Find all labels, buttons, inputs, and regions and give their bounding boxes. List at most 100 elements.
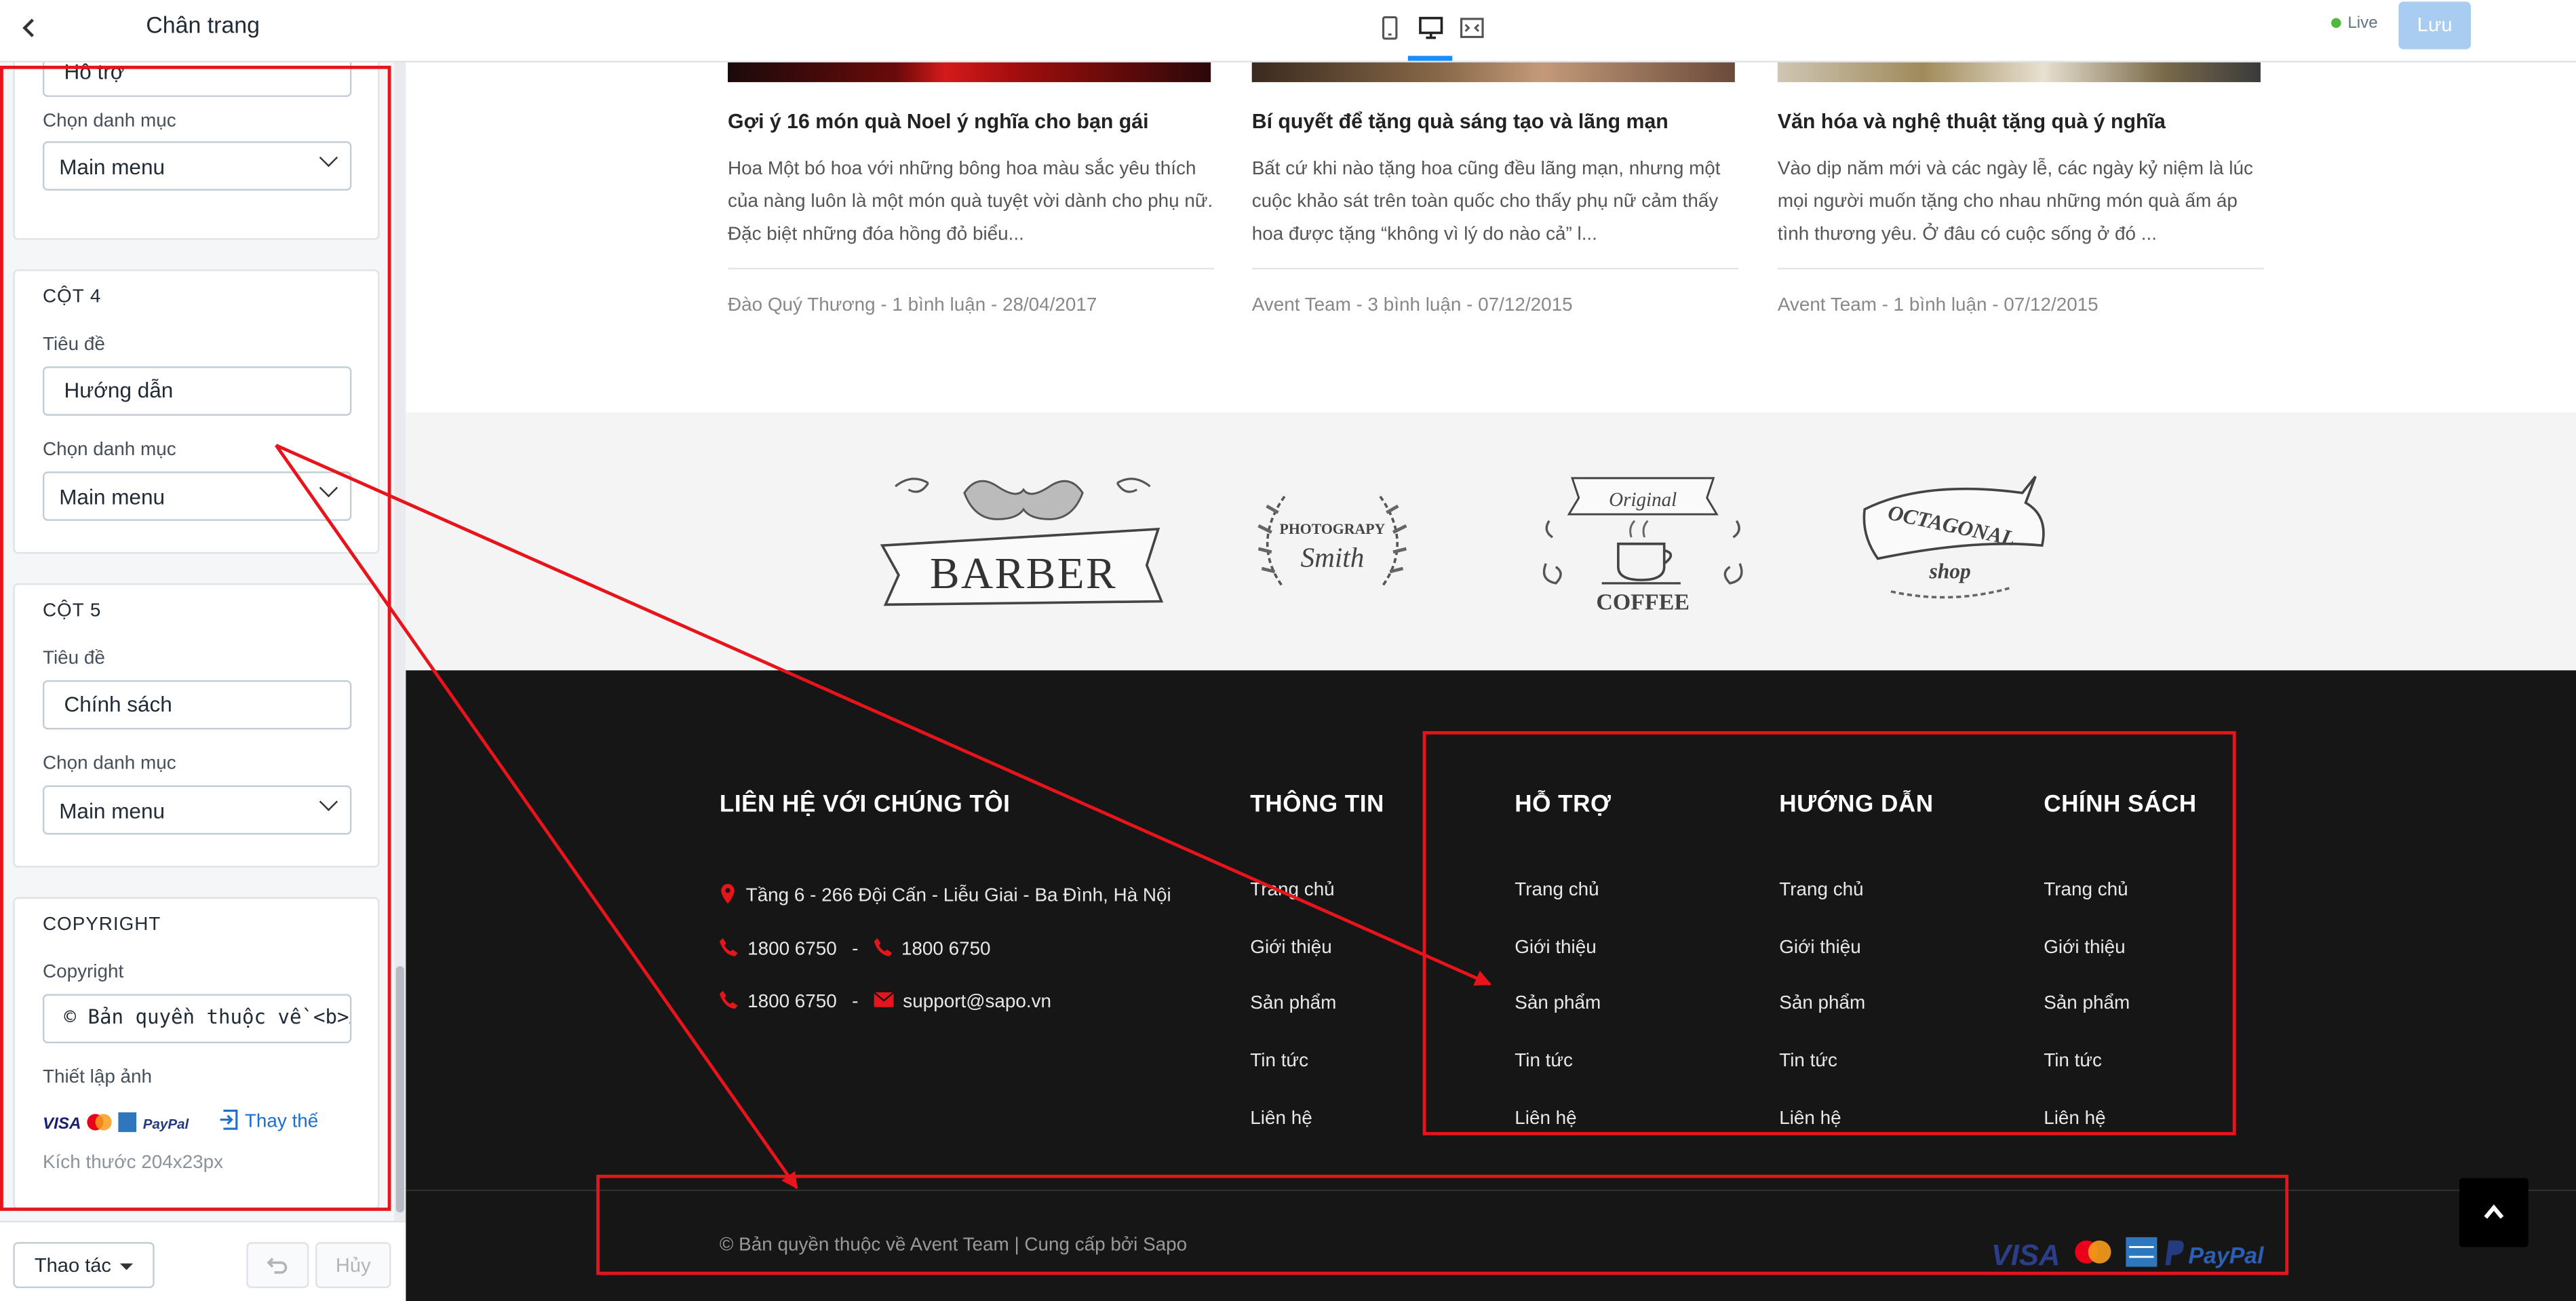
footer-link[interactable]: Giới thiệu bbox=[1250, 938, 1331, 958]
cancel-button[interactable]: Hủy bbox=[315, 1242, 391, 1289]
post-image[interactable] bbox=[728, 62, 1211, 83]
post-meta: Avent Team - 3 bình luận - 07/12/2015 bbox=[1251, 295, 1573, 316]
footer-link[interactable]: Giới thiệu bbox=[1515, 938, 1596, 958]
envelope-icon bbox=[872, 992, 894, 1012]
svg-text:PayPal: PayPal bbox=[143, 1116, 190, 1132]
separator: - bbox=[852, 939, 859, 960]
actions-label: Thao tác bbox=[34, 1254, 111, 1277]
col4-title-input[interactable]: Hướng dẫn bbox=[42, 366, 352, 416]
fullscreen-view-icon[interactable] bbox=[1459, 15, 1485, 41]
brand-coffee-bottom: COFFEE bbox=[1596, 590, 1690, 613]
chevron-down-icon bbox=[319, 478, 338, 498]
post-image[interactable] bbox=[1777, 62, 2261, 83]
footer-link[interactable]: Giới thiệu bbox=[2044, 938, 2125, 958]
footer-link[interactable]: Sản phẩm bbox=[1250, 994, 1336, 1013]
settings-card-copyright: COPYRIGHT Copyright © Bản quyền thuộc về… bbox=[13, 897, 380, 1209]
payment-logos-thumbnail: VISA PayPal bbox=[43, 1110, 201, 1133]
col3-menu-select[interactable]: Main menu bbox=[42, 141, 352, 191]
post-title[interactable]: Gợi ý 16 món quà Noel ý nghĩa cho bạn gá… bbox=[728, 110, 1148, 133]
footer-link[interactable]: Tin tức bbox=[1779, 1051, 1837, 1071]
preview-toolbar: Live Lưu bbox=[406, 0, 2576, 63]
footer-col-title: CHÍNH SÁCH bbox=[2044, 792, 2197, 819]
phone-icon bbox=[719, 938, 738, 961]
paypal-logo: PayPal bbox=[2188, 1243, 2264, 1269]
footer-link[interactable]: Tin tức bbox=[1515, 1051, 1573, 1071]
scrollbar-thumb[interactable] bbox=[395, 966, 404, 1213]
payment-logos: VISA PayPal bbox=[1991, 1235, 2271, 1272]
post-image[interactable] bbox=[1251, 62, 1735, 83]
footer-link[interactable]: Trang chủ bbox=[1779, 880, 1863, 900]
undo-icon bbox=[266, 1250, 289, 1278]
contact-address: Tầng 6 - 266 Đội Cấn - Liễu Giai - Ba Đì… bbox=[720, 884, 1171, 908]
col4-heading: CỘT 4 bbox=[42, 287, 102, 307]
col4-menu-value: Main menu bbox=[59, 484, 165, 509]
footer-link[interactable]: Sản phẩm bbox=[1779, 994, 1865, 1013]
map-marker-icon bbox=[720, 884, 736, 908]
sidebar-scroll-area: Hỗ trợ Chọn danh mục Main menu CỘT 4 Tiê… bbox=[0, 62, 394, 1221]
sidebar-scrollbar[interactable] bbox=[394, 62, 406, 1221]
footer-divider bbox=[406, 1189, 2576, 1192]
theme-editor-sidebar: Chân trang Hỗ trợ Chọn danh mục Main men… bbox=[0, 0, 406, 1301]
brand-barber-text: BARBER bbox=[930, 549, 1117, 598]
col3-menu-value: Main menu bbox=[59, 154, 165, 180]
site-footer: LIÊN HỆ VỚI CHÚNG TÔI Tầng 6 - 266 Đội C… bbox=[406, 670, 2576, 1301]
col3-title-input[interactable]: Hỗ trợ bbox=[42, 62, 352, 97]
col4-menu-select[interactable]: Main menu bbox=[42, 471, 352, 521]
post-meta: Avent Team - 1 bình luận - 07/12/2015 bbox=[1777, 295, 2099, 316]
brand-logo-barber[interactable]: BARBER bbox=[879, 470, 1167, 611]
undo-button[interactable] bbox=[246, 1242, 309, 1289]
settings-card-col3: Hỗ trợ Chọn danh mục Main menu bbox=[13, 62, 380, 240]
desktop-view-icon[interactable] bbox=[1418, 15, 1444, 41]
post-divider bbox=[728, 267, 1215, 270]
footer-col-title: THÔNG TIN bbox=[1250, 792, 1384, 819]
post-title[interactable]: Bí quyết để tặng quà sáng tạo và lãng mạ… bbox=[1252, 110, 1668, 133]
brand-logo-coffee[interactable]: Original COFFEE bbox=[1536, 471, 1750, 615]
col5-menu-value: Main menu bbox=[59, 798, 165, 823]
phone-2[interactable]: 1800 6750 bbox=[901, 940, 991, 960]
post-divider bbox=[1251, 267, 1738, 270]
footer-link[interactable]: Liên hệ bbox=[2044, 1109, 2105, 1129]
back-to-top-button[interactable] bbox=[2459, 1178, 2529, 1247]
post-meta: Đào Quý Thương - 1 bình luận - 28/04/201… bbox=[728, 295, 1097, 316]
brand-coffee-top: Original bbox=[1609, 489, 1677, 511]
actions-dropdown-button[interactable]: Thao tác bbox=[13, 1242, 155, 1289]
col3-menu-label: Chọn danh mục bbox=[42, 111, 176, 132]
sidebar-footer: Thao tác Hủy bbox=[0, 1220, 406, 1301]
footer-link[interactable]: Liên hệ bbox=[1779, 1109, 1841, 1129]
live-status-dot bbox=[2331, 18, 2341, 28]
footer-link[interactable]: Tin tức bbox=[1250, 1051, 1308, 1071]
footer-link[interactable]: Trang chủ bbox=[1250, 880, 1334, 900]
post-title[interactable]: Văn hóa và nghệ thuật tặng quà ý nghĩa bbox=[1778, 110, 2166, 133]
footer-link[interactable]: Tin tức bbox=[2044, 1051, 2102, 1071]
col5-heading: CỘT 5 bbox=[42, 601, 102, 621]
col5-title-input[interactable]: Chính sách bbox=[42, 680, 352, 730]
footer-link[interactable]: Giới thiệu bbox=[1779, 938, 1860, 958]
post-excerpt: Vào dịp năm mới và các ngày lễ, các ngày… bbox=[1777, 159, 2253, 245]
brand-logo-photography[interactable]: PHOTOGRAPY Smith bbox=[1252, 473, 1413, 615]
brand-logo-octagonal[interactable]: OCTAGONAL shop bbox=[1858, 473, 2052, 615]
image-size-note: Kích thước 204x23px bbox=[42, 1153, 224, 1173]
footer-link[interactable]: Liên hệ bbox=[1250, 1109, 1312, 1129]
footer-link[interactable]: Liên hệ bbox=[1515, 1109, 1576, 1129]
mobile-view-icon[interactable] bbox=[1377, 15, 1403, 41]
email-link[interactable]: support@sapo.vn bbox=[903, 992, 1051, 1012]
chevron-down-icon bbox=[319, 148, 338, 168]
phone-3[interactable]: 1800 6750 bbox=[747, 992, 837, 1012]
replace-label: Thay thế bbox=[244, 1112, 319, 1132]
contact-phones: 1800 6750 - 1800 6750 bbox=[719, 938, 991, 961]
footer-link[interactable]: Trang chủ bbox=[2044, 880, 2128, 900]
footer-link[interactable]: Sản phẩm bbox=[2044, 994, 2130, 1013]
copyright-label: Copyright bbox=[42, 963, 124, 983]
brand-logos-strip: BARBER PHOTOGRAPY Smith Original COFFEE … bbox=[406, 412, 2576, 671]
phone-1[interactable]: 1800 6750 bbox=[747, 940, 837, 960]
visa-logo: VISA bbox=[1991, 1239, 2061, 1272]
settings-card-col5: CỘT 5 Tiêu đề Chính sách Chọn danh mục M… bbox=[13, 583, 380, 868]
replace-image-button[interactable]: Thay thế bbox=[218, 1109, 318, 1135]
save-button[interactable]: Lưu bbox=[2398, 1, 2471, 50]
footer-link[interactable]: Sản phẩm bbox=[1515, 994, 1601, 1013]
footer-link[interactable]: Trang chủ bbox=[1515, 880, 1599, 900]
live-status-label: Live bbox=[2347, 14, 2378, 33]
col5-menu-select[interactable]: Main menu bbox=[42, 785, 352, 835]
copyright-text: © Bản quyền thuộc về Avent Team | Cung c… bbox=[719, 1235, 1188, 1256]
copyright-input[interactable]: © Bản quyền thuộc về <b>Avent Team</b> bbox=[42, 994, 352, 1044]
